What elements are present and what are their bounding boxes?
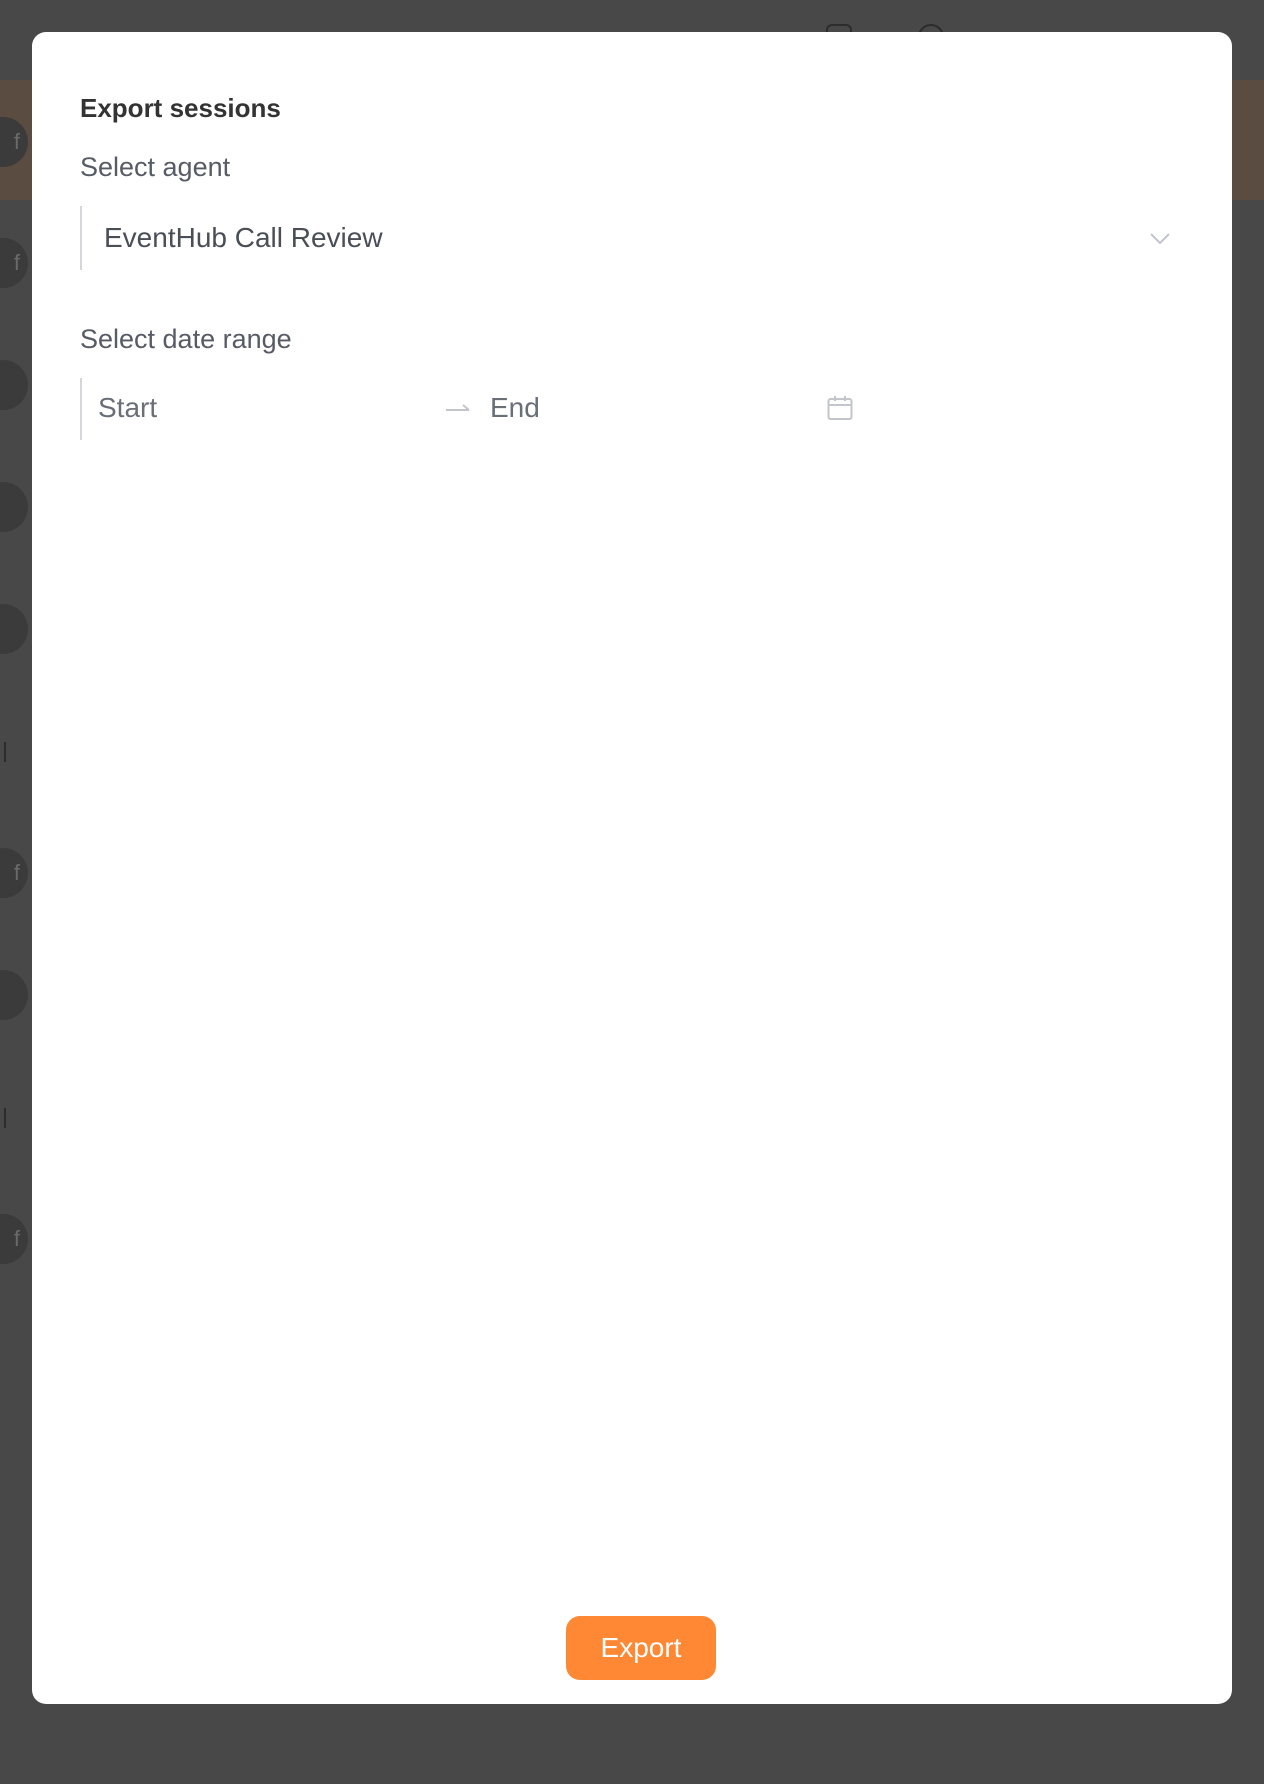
chevron-down-icon	[1150, 233, 1170, 245]
end-date-input[interactable]	[490, 389, 810, 427]
background-avatar: f	[0, 848, 28, 898]
background-avatar	[0, 360, 28, 410]
calendar-icon[interactable]	[826, 394, 854, 422]
background-marker	[4, 1108, 6, 1128]
export-button[interactable]: Export	[566, 1616, 716, 1680]
start-date-input[interactable]	[98, 389, 428, 427]
background-avatar: f	[0, 1214, 28, 1264]
arrow-right-icon	[446, 404, 470, 411]
select-date-range-label: Select date range	[80, 324, 292, 354]
agent-select-value: EventHub Call Review	[104, 222, 383, 253]
modal-title: Export sessions	[80, 93, 281, 123]
select-agent-label: Select agent	[80, 152, 231, 182]
agent-select[interactable]: EventHub Call Review	[80, 206, 1190, 270]
background-avatar	[0, 604, 28, 654]
background-avatar	[0, 482, 28, 532]
background-avatar: f	[0, 238, 28, 288]
background-avatar	[0, 970, 28, 1020]
date-range-picker[interactable]	[80, 378, 860, 440]
background-marker	[4, 742, 6, 762]
export-sessions-modal: Export sessions Select agent EventHub Ca…	[32, 32, 1232, 1704]
